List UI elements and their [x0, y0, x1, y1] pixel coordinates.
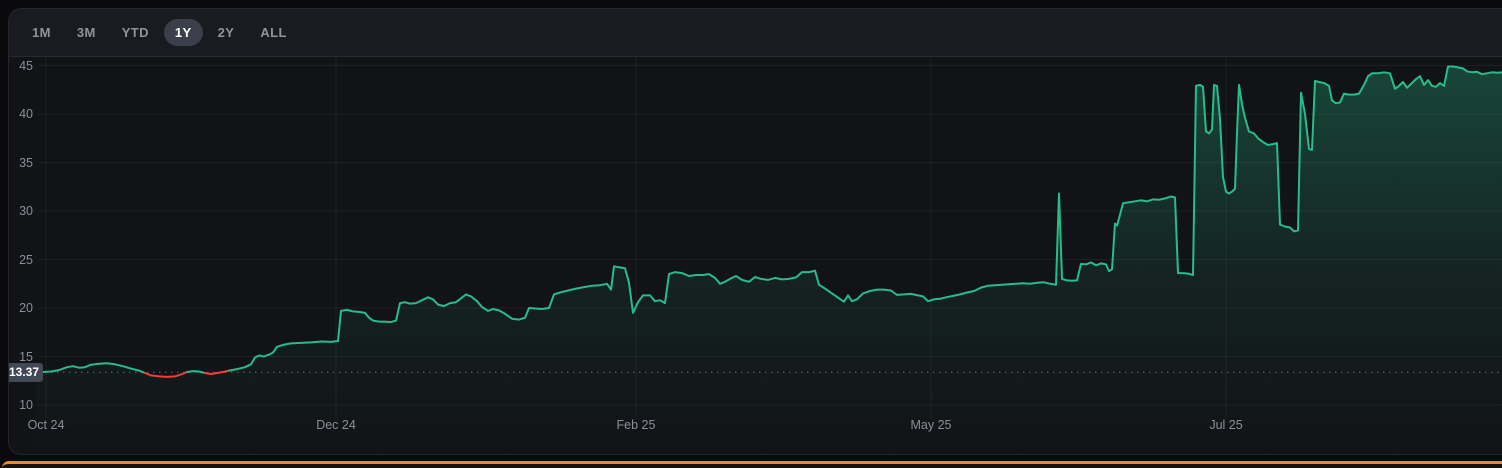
y-axis-label-10: 10: [9, 397, 33, 413]
x-axis-label-feb-25: Feb 25: [617, 418, 656, 432]
y-axis-label-20: 20: [9, 300, 33, 316]
last-price-label: 13.37: [8, 363, 43, 382]
y-axis-label-45: 45: [9, 58, 33, 74]
x-axis-label-jul-25: Jul 25: [1209, 418, 1242, 432]
chart-card: 1M3MYTD1Y2YALL 13.37 4540353025201510Oct…: [8, 8, 1502, 455]
range-button-ytd[interactable]: YTD: [111, 19, 160, 46]
range-toolbar: 1M3MYTD1Y2YALL: [9, 9, 1502, 57]
range-button-1m[interactable]: 1M: [21, 19, 62, 46]
range-button-3m[interactable]: 3M: [66, 19, 107, 46]
range-button-1y[interactable]: 1Y: [164, 19, 203, 46]
y-axis-label-25: 25: [9, 252, 33, 268]
y-axis-label-40: 40: [9, 106, 33, 122]
x-axis-label-oct-24: Oct 24: [28, 418, 65, 432]
y-axis-label-30: 30: [9, 203, 33, 219]
page: 1M3MYTD1Y2YALL 13.37 4540353025201510Oct…: [0, 0, 1502, 468]
area-fill: [36, 67, 1502, 456]
y-axis-label-35: 35: [9, 155, 33, 171]
range-button-2y[interactable]: 2Y: [207, 19, 246, 46]
x-axis-label-dec-24: Dec 24: [316, 418, 356, 432]
range-button-all[interactable]: ALL: [249, 19, 297, 46]
x-axis-label-may-25: May 25: [911, 418, 952, 432]
price-chart-canvas[interactable]: 13.37 4540353025201510Oct 24Dec 24Feb 25…: [9, 57, 1502, 455]
chart-svg[interactable]: [9, 57, 1502, 455]
next-panel-top-edge: [2, 461, 1502, 468]
